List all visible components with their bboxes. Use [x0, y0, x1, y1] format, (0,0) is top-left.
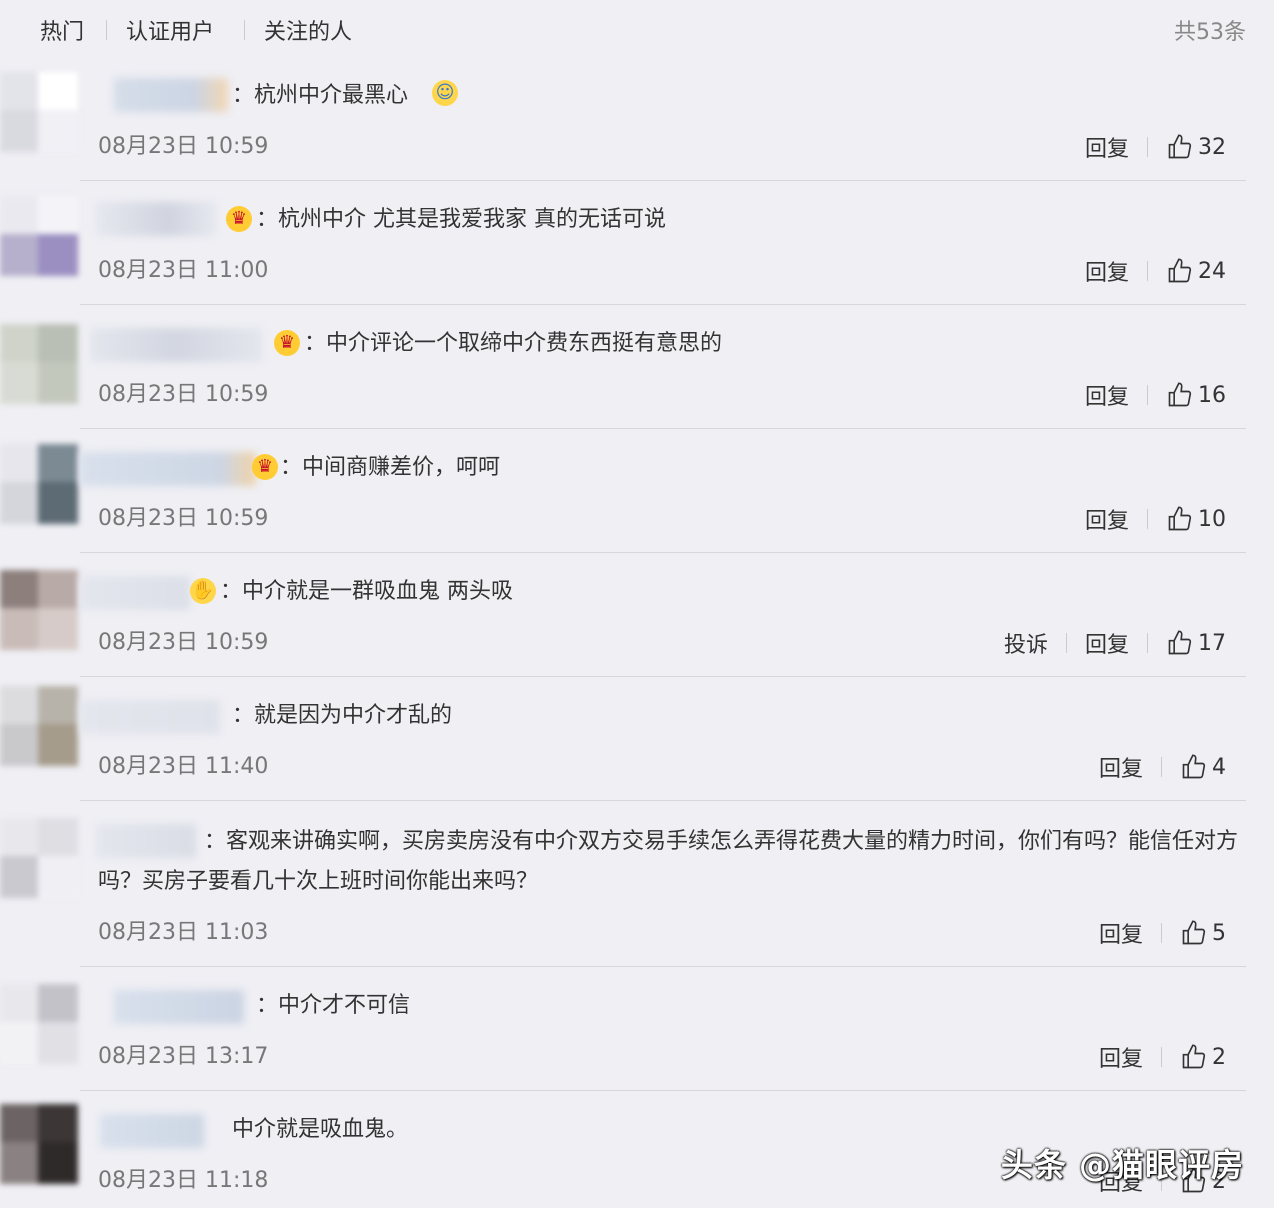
- comment-time: 08月23日 11:40: [98, 754, 269, 779]
- emoji-icon: ✋: [190, 578, 216, 604]
- username[interactable]: [90, 328, 262, 362]
- reply-button[interactable]: 回复: [1099, 1041, 1143, 1073]
- comment-time: 08月23日 11:00: [98, 258, 269, 283]
- like-button[interactable]: 17: [1166, 629, 1226, 657]
- like-button[interactable]: 24: [1166, 257, 1226, 285]
- comment-text: 中介就是吸血鬼。: [232, 1117, 409, 1142]
- avatar[interactable]: [0, 818, 78, 898]
- like-count: 5: [1212, 920, 1226, 946]
- comment-time: 08月23日 10:59: [98, 506, 269, 531]
- comment-text: ：就是因为中介才乱的: [232, 703, 453, 728]
- avatar[interactable]: [0, 324, 78, 404]
- thumbs-up-icon: [1168, 258, 1192, 283]
- avatar[interactable]: [0, 984, 78, 1064]
- comment-time: 08月23日 11:03: [98, 920, 269, 945]
- like-count: 4: [1212, 754, 1226, 780]
- thumbs-up-icon: [1182, 754, 1206, 779]
- like-button[interactable]: 4: [1180, 753, 1226, 781]
- reply-button[interactable]: 回复: [1099, 751, 1143, 783]
- emoji-icon: ☺: [432, 80, 458, 106]
- comment-text: ：中间商赚差价，呵呵: [280, 455, 501, 480]
- tab-divider: [106, 20, 107, 40]
- comment-text: ：杭州中介最黑心: [232, 83, 409, 108]
- avatar[interactable]: [0, 444, 78, 524]
- tab-following[interactable]: 关注的人: [264, 14, 352, 46]
- username[interactable]: [96, 202, 216, 236]
- thumbs-up-icon: [1168, 134, 1192, 159]
- comment-text: ：客观来讲确实啊，买房卖房没有中介双方交易手续怎么弄得花费大量的精力时间，你们有…: [98, 829, 1239, 894]
- comment-time: 08月23日 10:59: [98, 382, 269, 407]
- username[interactable]: [80, 576, 190, 610]
- comment-text: ：中介才不可信: [256, 993, 411, 1018]
- crown-badge-icon: ♛: [252, 454, 278, 480]
- like-button[interactable]: 16: [1166, 381, 1226, 409]
- like-count: 32: [1198, 134, 1226, 160]
- comment-text: ：中介就是一群吸血鬼 两头吸: [220, 579, 513, 604]
- avatar[interactable]: [0, 196, 78, 276]
- reply-button[interactable]: 回复: [1085, 627, 1129, 659]
- reply-button[interactable]: 回复: [1085, 131, 1129, 163]
- like-button[interactable]: 5: [1180, 919, 1226, 947]
- avatar[interactable]: [0, 686, 78, 766]
- like-button[interactable]: 10: [1166, 505, 1226, 533]
- thumbs-up-icon: [1168, 506, 1192, 531]
- comment-time: 08月23日 13:17: [98, 1044, 269, 1069]
- like-count: 10: [1198, 506, 1226, 532]
- like-button[interactable]: 2: [1180, 1043, 1226, 1071]
- thumbs-up-icon: [1182, 1044, 1206, 1069]
- comment-time: 08月23日 11:18: [98, 1168, 269, 1193]
- thumbs-up-icon: [1182, 920, 1206, 945]
- comment-time: 08月23日 10:59: [98, 134, 269, 159]
- thumbs-up-icon: [1168, 630, 1192, 655]
- like-count: 17: [1198, 630, 1226, 656]
- like-button[interactable]: 32: [1166, 133, 1226, 161]
- reply-button[interactable]: 回复: [1099, 917, 1143, 949]
- crown-badge-icon: ♛: [226, 206, 252, 232]
- username[interactable]: [100, 1114, 204, 1148]
- comment-text: ：中介评论一个取缔中介费东西挺有意思的: [304, 331, 723, 356]
- comment-time: 08月23日 10:59: [98, 630, 269, 655]
- username[interactable]: [80, 452, 256, 486]
- reply-button[interactable]: 回复: [1085, 503, 1129, 535]
- avatar[interactable]: [0, 72, 78, 152]
- comment-count: 共53条: [1174, 20, 1246, 45]
- username[interactable]: [80, 700, 220, 734]
- avatar[interactable]: [0, 570, 78, 650]
- avatar[interactable]: [0, 1104, 78, 1184]
- like-count: 2: [1212, 1044, 1226, 1070]
- like-count: 24: [1198, 258, 1226, 284]
- reply-button[interactable]: 回复: [1085, 379, 1129, 411]
- watermark: 头条 @猫眼评房: [1000, 1146, 1244, 1184]
- report-button[interactable]: 投诉: [1004, 627, 1048, 659]
- like-count: 16: [1198, 382, 1226, 408]
- reply-button[interactable]: 回复: [1085, 255, 1129, 287]
- thumbs-up-icon: [1168, 382, 1192, 407]
- username[interactable]: [114, 78, 228, 112]
- tab-verified-users[interactable]: 认证用户: [126, 14, 214, 46]
- tab-divider: [244, 20, 245, 40]
- username[interactable]: [114, 990, 244, 1024]
- comment-text: ：杭州中介 尤其是我爱我家 真的无话可说: [256, 207, 666, 232]
- crown-badge-icon: ♛: [274, 330, 300, 356]
- comment-tabs: 热门 认证用户 关注的人 共53条: [0, 0, 1274, 60]
- tab-hot[interactable]: 热门: [40, 14, 84, 46]
